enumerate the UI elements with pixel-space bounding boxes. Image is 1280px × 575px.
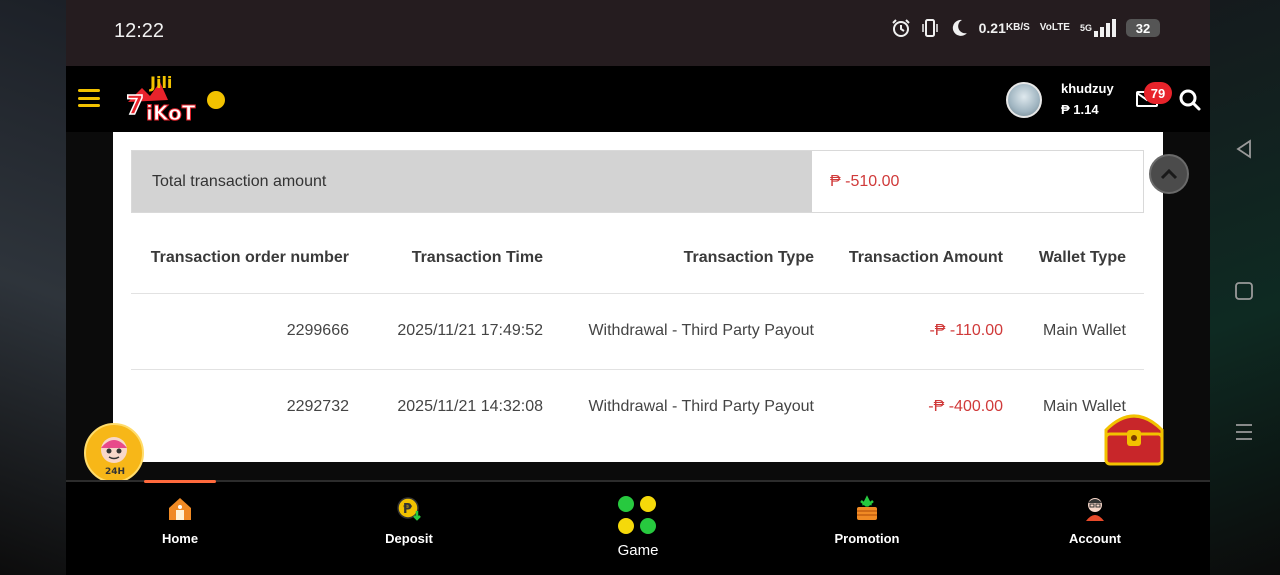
- transaction-amount: -₱ -400.00: [832, 368, 1021, 445]
- nav-promotion-label: Promotion: [834, 531, 900, 546]
- brand-logo[interactable]: Jili 7 iKoT: [120, 70, 230, 130]
- moon-icon: [949, 18, 969, 38]
- bottom-navigation: Home ₱ Deposit Game Promotion Account: [66, 480, 1210, 575]
- signal-icon: 5G: [1080, 19, 1116, 37]
- screen: 12:22 0.21 KB/S Vo LTE 5G 32 Jili 7 iKoT…: [0, 0, 1280, 575]
- left-wallpaper: [0, 0, 66, 575]
- nav-home-label: Home: [161, 531, 199, 546]
- order-number: 2292732: [131, 368, 367, 445]
- android-home-icon[interactable]: [1232, 279, 1256, 303]
- app-container: Jili 7 iKoT khudzuy ₱ 1.14 79 Total tran…: [66, 66, 1210, 575]
- android-recents-icon[interactable]: [1232, 420, 1256, 444]
- user-avatar[interactable]: [1006, 82, 1042, 118]
- status-clock: 12:22: [114, 20, 165, 42]
- android-back-icon[interactable]: [1232, 137, 1256, 161]
- scroll-to-top-button[interactable]: [1149, 154, 1189, 194]
- transaction-panel: Total transaction amount ₱ -510.00 Trans…: [113, 132, 1163, 462]
- home-icon: [169, 498, 191, 520]
- table-row[interactable]: 2299666 2025/11/21 17:49:52 Withdrawal -…: [131, 292, 1144, 369]
- nav-promotion[interactable]: Promotion: [807, 482, 927, 575]
- column-header: Wallet Type: [1038, 248, 1126, 266]
- alarm-icon: [891, 18, 911, 38]
- svg-text:7: 7: [126, 91, 144, 121]
- top-bar: Jili 7 iKoT khudzuy ₱ 1.14 79: [66, 66, 1210, 132]
- customer-support-button[interactable]: 24H: [84, 423, 144, 483]
- chevron-up-icon: [1160, 168, 1178, 180]
- username: khudzuy: [1061, 81, 1114, 96]
- column-header: Transaction order number: [150, 248, 349, 266]
- total-transaction-summary: Total transaction amount ₱ -510.00: [131, 150, 1144, 213]
- order-number: 2299666: [131, 292, 367, 369]
- transaction-time: 2025/11/21 14:32:08: [367, 368, 561, 445]
- table-row[interactable]: 2292732 2025/11/21 14:32:08 Withdrawal -…: [131, 368, 1144, 445]
- transaction-type: Withdrawal - Third Party Payout: [561, 292, 832, 369]
- transaction-amount: -₱ -110.00: [832, 292, 1021, 369]
- nav-deposit[interactable]: ₱ Deposit: [349, 482, 469, 575]
- support-24h-label: 24H: [105, 467, 125, 477]
- nav-home[interactable]: Home: [120, 482, 240, 575]
- column-header: Transaction Type: [683, 248, 814, 266]
- nav-deposit-label: Deposit: [385, 531, 433, 546]
- wallet-type: Main Wallet: [1021, 292, 1144, 369]
- svg-text:₱: ₱: [403, 502, 413, 517]
- transaction-type: Withdrawal - Third Party Payout: [561, 368, 832, 445]
- search-icon[interactable]: [1178, 88, 1202, 112]
- total-value: ₱ -510.00: [812, 151, 1143, 212]
- game-icon: [618, 496, 658, 536]
- wallet-balance: ₱ 1.14: [1061, 102, 1099, 117]
- status-icons: 0.21 KB/S Vo LTE 5G 32: [891, 18, 1160, 38]
- battery-indicator: 32: [1126, 19, 1160, 37]
- volte-indicator: Vo LTE: [1039, 22, 1070, 33]
- vibrate-icon: [921, 18, 939, 38]
- transaction-table: Transaction order number Transaction Tim…: [131, 223, 1144, 445]
- support-agent-icon: 24H: [101, 437, 127, 477]
- status-bar: 12:22 0.21 KB/S Vo LTE 5G 32: [66, 0, 1210, 66]
- treasure-chest-icon: [1104, 414, 1164, 466]
- nav-account[interactable]: Account: [1035, 482, 1155, 575]
- deposit-icon: ₱: [397, 497, 421, 521]
- mail-count-badge: 79: [1144, 82, 1172, 104]
- svg-text:Jili: Jili: [149, 73, 172, 92]
- transaction-time: 2025/11/21 17:49:52: [367, 292, 561, 369]
- total-label: Total transaction amount: [132, 151, 812, 212]
- svg-text:iKoT: iKoT: [146, 101, 196, 125]
- treasure-chest-button[interactable]: [1098, 400, 1170, 472]
- column-header: Transaction Amount: [848, 248, 1003, 266]
- nav-game-label: Game: [617, 542, 659, 559]
- nav-account-label: Account: [1069, 531, 1121, 546]
- network-speed: 0.21 KB/S: [978, 20, 1030, 36]
- table-header-row: Transaction order number Transaction Tim…: [131, 223, 1144, 293]
- account-icon: [1086, 498, 1104, 521]
- nav-game[interactable]: Game: [578, 482, 698, 575]
- column-header: Transaction Time: [411, 248, 543, 266]
- menu-icon[interactable]: [78, 89, 100, 107]
- promotion-gift-icon: [857, 495, 877, 520]
